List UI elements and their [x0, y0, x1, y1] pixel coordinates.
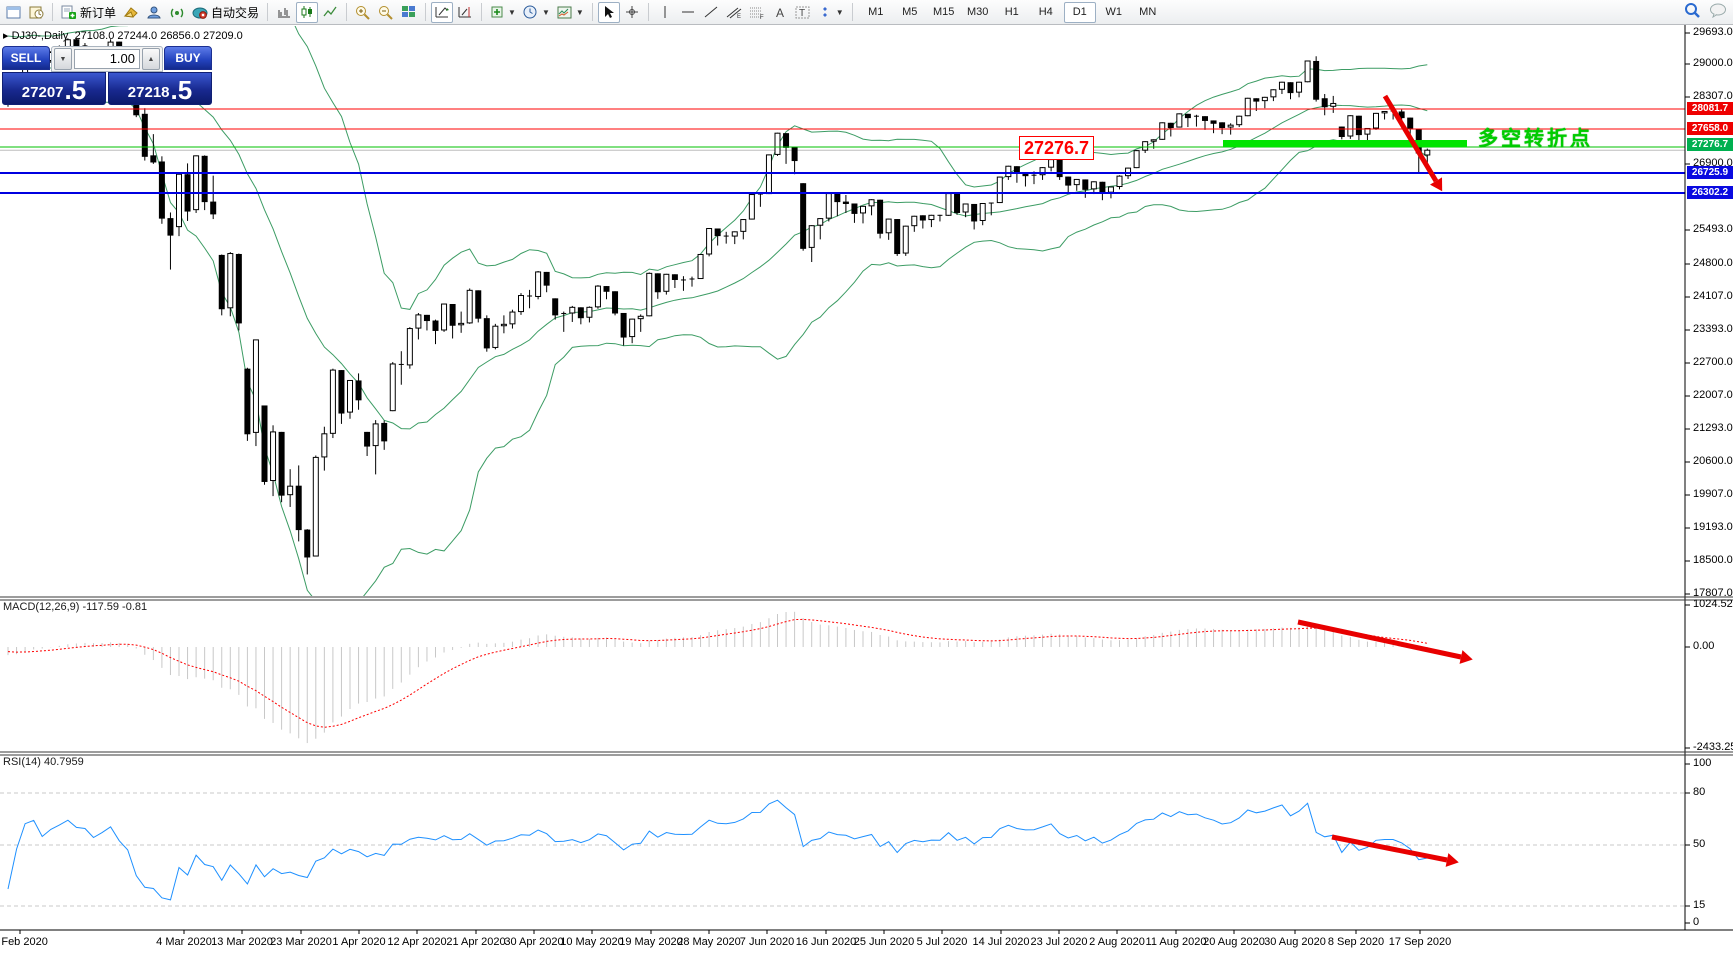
chart-canvas[interactable] [0, 0, 1733, 954]
buy-price-button[interactable]: 27218 .5 [108, 72, 212, 105]
sell-price-fraction: .5 [65, 79, 87, 101]
sell-price-button[interactable]: 27207 .5 [2, 72, 106, 105]
mt4-terminal: { "toolbar": { "new_order_label": "新订单",… [0, 0, 1733, 954]
buy-price-fraction: .5 [171, 79, 193, 101]
volume-input[interactable]: 1.00 [74, 49, 140, 69]
sell-price-main: 27207 [22, 84, 64, 101]
sell-button[interactable]: SELL [2, 46, 50, 70]
volume-increase-button[interactable]: ▲ [142, 48, 160, 70]
price-level-label[interactable]: 27276.7 [1019, 136, 1094, 160]
one-click-trading-panel: SELL ▼ 1.00 ▲ BUY 27207 .5 27218 .5 [2, 46, 212, 105]
pivot-point-annotation[interactable]: 多空转折点 [1478, 122, 1593, 151]
volume-stepper: ▼ 1.00 ▲ [51, 46, 163, 72]
buy-button[interactable]: BUY [164, 46, 212, 70]
volume-decrease-button[interactable]: ▼ [54, 48, 72, 70]
buy-price-main: 27218 [128, 84, 170, 101]
